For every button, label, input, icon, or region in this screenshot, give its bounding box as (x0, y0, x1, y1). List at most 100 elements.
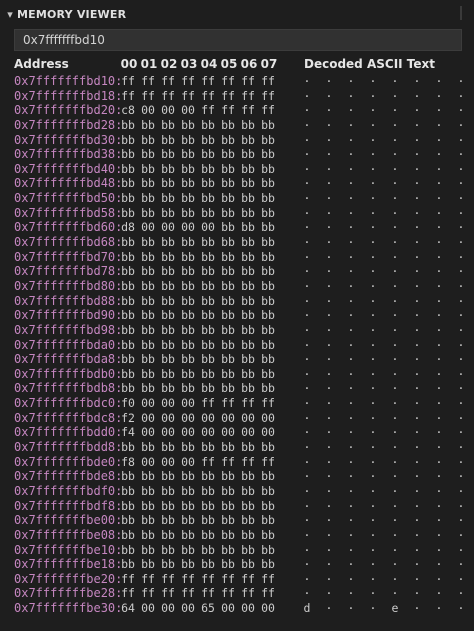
byte-cell[interactable]: ff (218, 455, 238, 470)
byte-cell[interactable]: 00 (178, 103, 198, 118)
byte-cell[interactable]: bb (238, 323, 258, 338)
byte-cell[interactable]: bb (198, 206, 218, 221)
byte-cell[interactable]: bb (118, 147, 138, 162)
byte-cell[interactable]: 00 (218, 425, 238, 440)
byte-cell[interactable]: ff (198, 455, 218, 470)
byte-cell[interactable]: ff (138, 89, 158, 104)
byte-cell[interactable]: bb (218, 220, 238, 235)
byte-cell[interactable]: ff (118, 586, 138, 601)
byte-cell[interactable]: bb (158, 352, 178, 367)
byte-cell[interactable]: bb (258, 220, 278, 235)
byte-cell[interactable]: bb (218, 440, 238, 455)
byte-cell[interactable]: 00 (198, 220, 218, 235)
byte-cell[interactable]: bb (138, 162, 158, 177)
byte-cell[interactable]: bb (258, 352, 278, 367)
byte-cell[interactable]: bb (178, 250, 198, 265)
row-address[interactable]: 0x7fffffffbd58: (14, 206, 122, 221)
byte-cell[interactable]: bb (138, 557, 158, 572)
byte-cell[interactable]: bb (238, 250, 258, 265)
row-address[interactable]: 0x7fffffffbd98: (14, 323, 122, 338)
byte-cell[interactable]: bb (238, 308, 258, 323)
byte-cell[interactable]: bb (138, 484, 158, 499)
byte-cell[interactable]: bb (258, 543, 278, 558)
byte-cell[interactable]: bb (198, 513, 218, 528)
byte-cell[interactable]: 00 (158, 601, 178, 616)
row-address[interactable]: 0x7fffffffbda0: (14, 338, 122, 353)
byte-cell[interactable]: ff (218, 586, 238, 601)
byte-cell[interactable]: bb (118, 484, 138, 499)
row-address[interactable]: 0x7fffffffbe30: (14, 601, 122, 616)
row-address[interactable]: 0x7fffffffbd80: (14, 279, 122, 294)
byte-cell[interactable]: bb (238, 191, 258, 206)
byte-cell[interactable]: bb (178, 469, 198, 484)
byte-cell[interactable]: bb (118, 250, 138, 265)
byte-cell[interactable]: bb (138, 235, 158, 250)
byte-cell[interactable]: bb (158, 118, 178, 133)
byte-cell[interactable]: ff (198, 103, 218, 118)
byte-cell[interactable]: bb (118, 499, 138, 514)
byte-cell[interactable]: f8 (118, 455, 138, 470)
byte-cell[interactable]: bb (198, 338, 218, 353)
byte-cell[interactable]: 00 (238, 601, 258, 616)
byte-cell[interactable]: bb (198, 250, 218, 265)
byte-cell[interactable]: bb (258, 279, 278, 294)
byte-cell[interactable]: bb (258, 513, 278, 528)
row-address[interactable]: 0x7fffffffbd30: (14, 133, 122, 148)
byte-cell[interactable]: bb (138, 118, 158, 133)
byte-cell[interactable]: bb (158, 250, 178, 265)
byte-cell[interactable]: ff (138, 586, 158, 601)
byte-cell[interactable]: 00 (138, 411, 158, 426)
byte-cell[interactable]: bb (138, 513, 158, 528)
byte-cell[interactable]: 00 (158, 425, 178, 440)
byte-cell[interactable]: bb (198, 308, 218, 323)
byte-cell[interactable]: bb (118, 469, 138, 484)
byte-cell[interactable]: ff (158, 89, 178, 104)
row-address[interactable]: 0x7fffffffbdb0: (14, 367, 122, 382)
byte-cell[interactable]: bb (218, 176, 238, 191)
byte-cell[interactable]: bb (118, 118, 138, 133)
byte-cell[interactable]: bb (118, 352, 138, 367)
byte-cell[interactable]: bb (178, 191, 198, 206)
byte-cell[interactable]: 00 (238, 425, 258, 440)
byte-cell[interactable]: c8 (118, 103, 138, 118)
byte-cell[interactable]: bb (178, 323, 198, 338)
row-address[interactable]: 0x7fffffffbdd8: (14, 440, 122, 455)
byte-cell[interactable]: ff (178, 586, 198, 601)
byte-cell[interactable]: bb (158, 543, 178, 558)
row-address[interactable]: 0x7fffffffbda8: (14, 352, 122, 367)
byte-cell[interactable]: ff (118, 572, 138, 587)
byte-cell[interactable]: 00 (138, 601, 158, 616)
byte-cell[interactable]: bb (138, 133, 158, 148)
byte-cell[interactable]: bb (138, 367, 158, 382)
byte-cell[interactable]: bb (258, 176, 278, 191)
byte-cell[interactable]: f0 (118, 396, 138, 411)
byte-cell[interactable]: bb (258, 440, 278, 455)
byte-cell[interactable]: bb (238, 118, 258, 133)
byte-cell[interactable]: bb (138, 440, 158, 455)
byte-cell[interactable]: ff (198, 396, 218, 411)
byte-cell[interactable]: ff (218, 89, 238, 104)
byte-cell[interactable]: ff (238, 586, 258, 601)
byte-cell[interactable]: bb (178, 440, 198, 455)
row-address[interactable]: 0x7fffffffbdb8: (14, 381, 122, 396)
byte-cell[interactable]: bb (238, 338, 258, 353)
byte-cell[interactable]: bb (118, 557, 138, 572)
byte-cell[interactable]: bb (178, 528, 198, 543)
row-address[interactable]: 0x7fffffffbd88: (14, 294, 122, 309)
row-address[interactable]: 0x7fffffffbd10: (14, 74, 122, 89)
byte-cell[interactable]: ff (258, 455, 278, 470)
byte-cell[interactable]: bb (238, 513, 258, 528)
byte-cell[interactable]: ff (258, 89, 278, 104)
byte-cell[interactable]: bb (198, 264, 218, 279)
byte-cell[interactable]: bb (118, 162, 138, 177)
byte-cell[interactable]: bb (238, 528, 258, 543)
byte-cell[interactable]: bb (158, 323, 178, 338)
byte-cell[interactable]: bb (238, 543, 258, 558)
byte-cell[interactable]: bb (258, 469, 278, 484)
byte-cell[interactable]: bb (158, 279, 178, 294)
byte-cell[interactable]: bb (258, 528, 278, 543)
byte-cell[interactable]: bb (198, 147, 218, 162)
byte-cell[interactable]: bb (138, 294, 158, 309)
byte-cell[interactable]: bb (238, 133, 258, 148)
byte-cell[interactable]: bb (118, 133, 138, 148)
